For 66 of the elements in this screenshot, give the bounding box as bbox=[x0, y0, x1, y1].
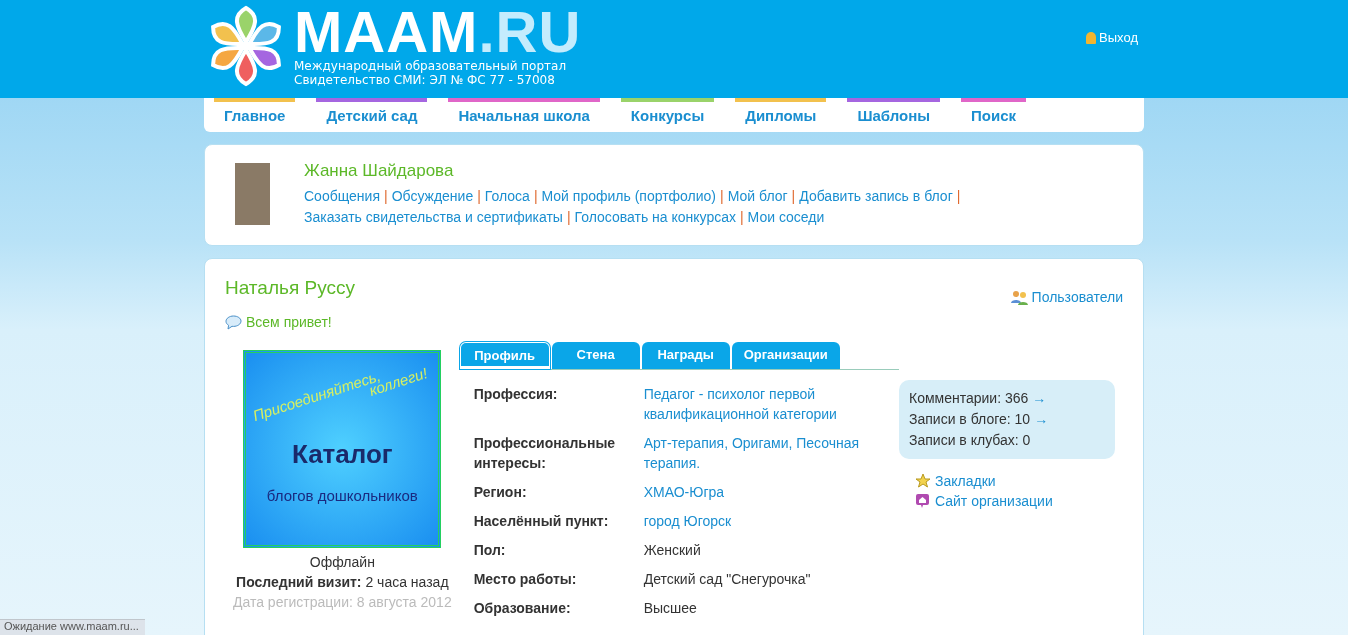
field-label: Профессия: bbox=[473, 385, 559, 404]
separator-text: | bbox=[477, 188, 481, 204]
nav-link[interactable]: Начальная школа bbox=[448, 98, 600, 132]
user-name[interactable]: Жанна Шайдарова bbox=[304, 161, 1004, 181]
status-bar: Ожидание www.maam.ru... bbox=[0, 619, 145, 635]
stat-text: Комментарии: 366 bbox=[909, 390, 1029, 406]
field-label: Регион: bbox=[473, 483, 528, 502]
separator-text: | bbox=[791, 188, 796, 204]
banner-subtitle: блогов дошкольников bbox=[265, 487, 419, 504]
arrow-link[interactable]: → bbox=[1034, 411, 1049, 427]
nav-link[interactable]: Шаблоны bbox=[847, 98, 941, 132]
users-icon bbox=[1010, 289, 1028, 305]
user-menu-link[interactable]: Сообщения bbox=[304, 188, 380, 204]
stat-text: Записи в клубах: 0 bbox=[909, 432, 1031, 448]
side-link[interactable]: Закладки bbox=[915, 473, 1115, 489]
field-label: Пол: bbox=[473, 541, 507, 560]
home-page-icon bbox=[915, 493, 931, 509]
field-label: Образование: bbox=[473, 599, 572, 618]
field-value-link[interactable]: ХМАО-Югра bbox=[643, 482, 884, 502]
nav-link[interactable]: Дипломы bbox=[735, 98, 827, 132]
field-value-link[interactable]: Педагог - психолог первой квалификационной категории bbox=[643, 384, 884, 424]
avatar-photo-placeholder bbox=[235, 163, 270, 225]
profile-tab[interactable]: Награды bbox=[641, 342, 730, 369]
profile-tab[interactable]: Стена bbox=[551, 342, 640, 369]
nav-link[interactable]: Конкурсы bbox=[620, 98, 715, 132]
field-label: Профессиональные интересы: bbox=[473, 434, 617, 473]
banner-title: Каталог bbox=[290, 439, 394, 470]
user-menu-link[interactable]: Мой профиль (портфолио) bbox=[541, 188, 717, 204]
field-value: Детский сад "Снегурочка" bbox=[643, 570, 812, 589]
nav-link[interactable]: Детский сад bbox=[316, 98, 428, 132]
speech-bubble-icon bbox=[225, 314, 242, 330]
star-icon bbox=[915, 473, 931, 489]
field-label: Населённый пункт: bbox=[473, 512, 610, 531]
separator-text: | bbox=[720, 188, 724, 204]
user-menu-link[interactable]: Мой блог bbox=[727, 188, 788, 204]
separator-text: | bbox=[533, 188, 538, 204]
side-link[interactable]: Сайт организации bbox=[915, 493, 1115, 509]
last-visit: Последний визит: 2 часа назад bbox=[235, 573, 450, 592]
profile-tab[interactable]: Организации bbox=[731, 342, 840, 369]
arrow-link[interactable]: → bbox=[1032, 390, 1047, 406]
users-link[interactable]: Пользователи bbox=[1010, 289, 1123, 305]
profile-tab[interactable]: Профиль bbox=[459, 342, 550, 369]
user-menu-link[interactable]: Обсуждение bbox=[391, 188, 474, 204]
user-menu-link[interactable]: Голоса bbox=[484, 188, 530, 204]
separator-text: | bbox=[956, 188, 961, 204]
user-menu-link[interactable]: Мои соседи bbox=[747, 209, 825, 225]
field-label: Место работы: bbox=[473, 570, 578, 589]
user-menu-link[interactable]: Заказать свидетельства и сертификаты bbox=[304, 209, 563, 225]
field-value: Женский bbox=[643, 541, 702, 560]
nav-link[interactable]: Главное bbox=[214, 98, 296, 132]
logout-link[interactable]: Выход bbox=[1086, 30, 1138, 45]
field-value-link[interactable]: Арт-терапия, Оригами, Песочная терапия. bbox=[643, 433, 884, 473]
field-value: Высшее bbox=[643, 599, 698, 618]
user-menu-link[interactable]: Добавить запись в блог bbox=[799, 188, 953, 204]
registration-date: Дата регистрации: 8 августа 2012 bbox=[231, 593, 453, 612]
stat-text: Записи в блоге: 10 bbox=[909, 411, 1031, 427]
field-value-link[interactable]: город Югорск bbox=[643, 511, 884, 531]
user-menu-link[interactable]: Голосовать на конкурсах bbox=[574, 209, 736, 225]
status-message: Всем привет! bbox=[246, 314, 332, 330]
separator-text: | bbox=[566, 209, 571, 225]
media-certificate: Свидетельство СМИ: ЭЛ № ФС 77 - 57008 bbox=[294, 73, 556, 87]
nav-link[interactable]: Поиск bbox=[961, 98, 1027, 132]
separator-text: | bbox=[739, 209, 744, 225]
separator-text: | bbox=[384, 188, 388, 204]
profile-name: Наталья Руссу bbox=[225, 277, 355, 299]
online-status: Оффлайн bbox=[308, 553, 376, 572]
